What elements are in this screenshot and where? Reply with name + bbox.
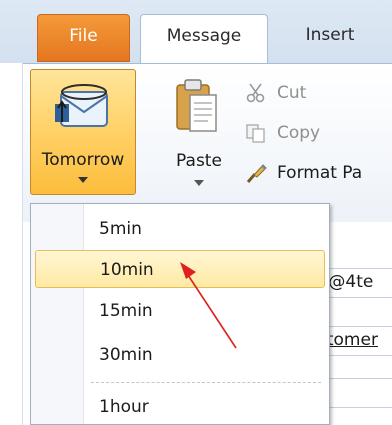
menu-item-5min[interactable]: 5min bbox=[35, 210, 325, 248]
chevron-down-icon[interactable] bbox=[193, 179, 205, 187]
paintbrush-icon bbox=[246, 164, 267, 183]
tab-file[interactable]: File bbox=[37, 14, 130, 62]
window-left-margin bbox=[0, 63, 23, 425]
tab-message[interactable]: Message bbox=[140, 14, 268, 66]
menu-item-10min[interactable]: 10min bbox=[35, 250, 325, 288]
copy-label: Copy bbox=[277, 123, 321, 143]
cut-button[interactable]: Cut bbox=[245, 76, 392, 110]
menu-item-label: 30min bbox=[99, 345, 153, 365]
copy-button[interactable]: Copy bbox=[245, 116, 392, 150]
copy-icon bbox=[246, 124, 265, 143]
paste-button[interactable]: Paste bbox=[164, 69, 234, 195]
menu-item-label: 10min bbox=[100, 260, 154, 280]
tomorrow-button[interactable]: Tomorrow bbox=[30, 69, 136, 195]
format-painter-button[interactable]: Format Pa bbox=[245, 156, 392, 190]
chevron-down-icon[interactable] bbox=[77, 176, 89, 184]
scissors-icon bbox=[246, 83, 265, 103]
paste-label: Paste bbox=[176, 151, 222, 171]
envelope-flag-icon bbox=[55, 84, 108, 127]
menu-item-label: 15min bbox=[99, 301, 153, 321]
defer-delivery-menu: 5min 10min 15min 30min 1hour bbox=[30, 203, 330, 425]
clipboard-icon bbox=[176, 79, 217, 132]
menu-separator bbox=[91, 382, 321, 383]
menu-item-15min[interactable]: 15min bbox=[35, 292, 325, 330]
menu-item-30min[interactable]: 30min bbox=[35, 336, 325, 374]
tab-insert[interactable]: Insert bbox=[280, 14, 380, 62]
cut-label: Cut bbox=[277, 83, 307, 103]
menu-item-label: 5min bbox=[99, 219, 142, 239]
format-painter-label: Format Pa bbox=[277, 163, 363, 183]
menu-item-1hour[interactable]: 1hour bbox=[35, 388, 325, 425]
tomorrow-label: Tomorrow bbox=[41, 150, 125, 170]
menu-item-label: 1hour bbox=[99, 397, 149, 417]
